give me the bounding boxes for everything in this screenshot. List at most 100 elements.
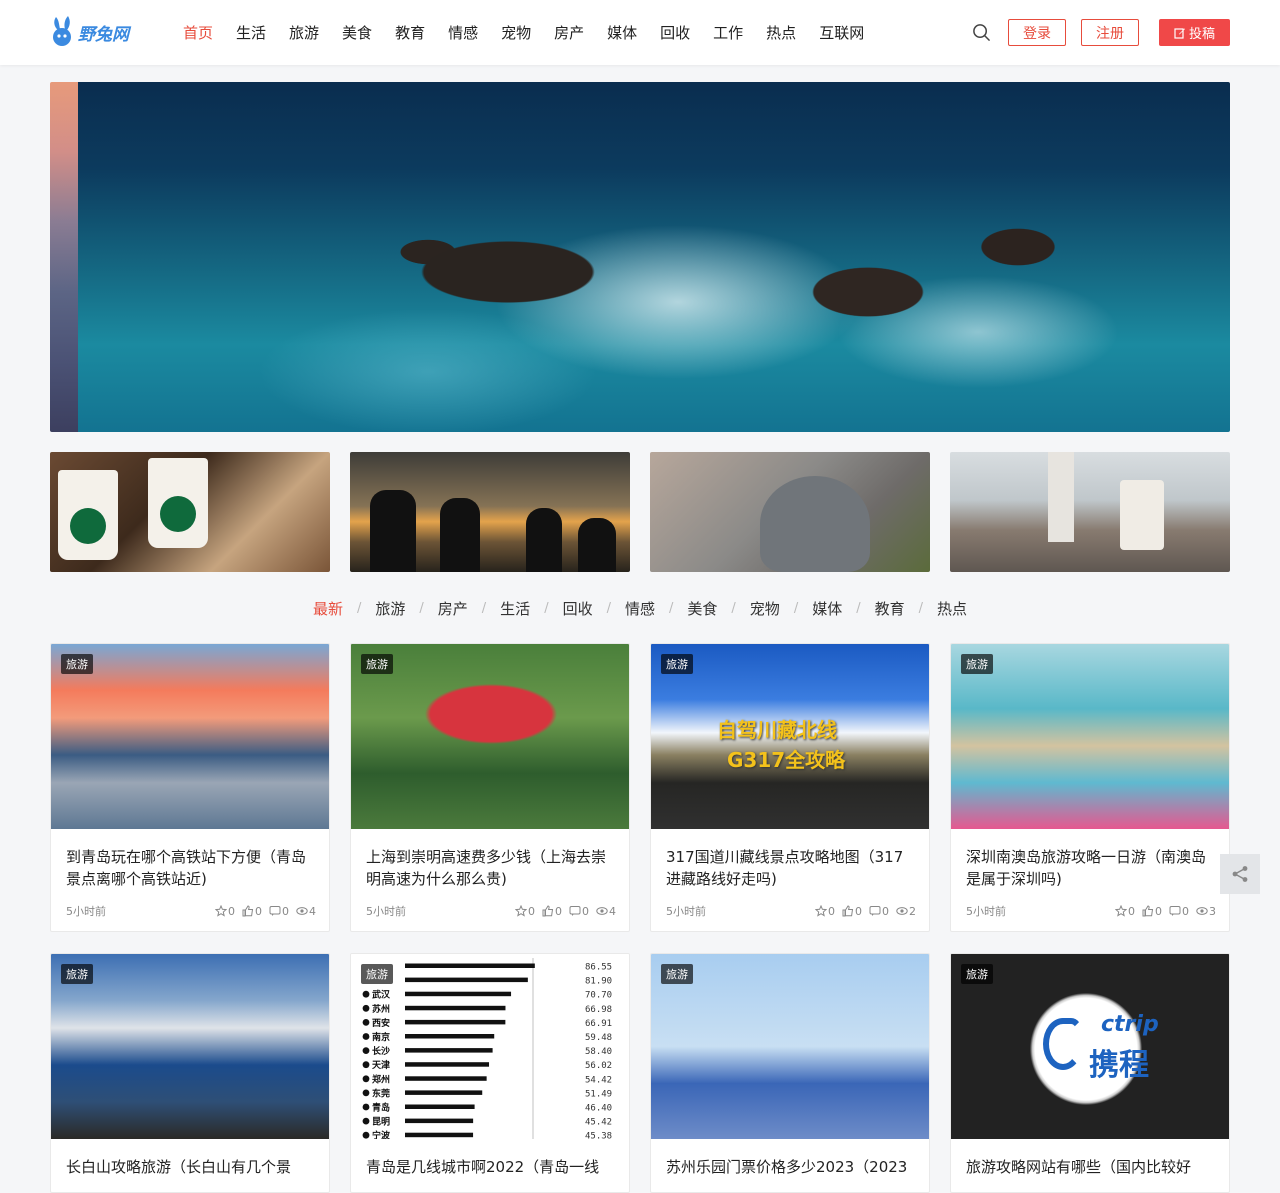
article-card[interactable]: 自驾川藏北线 G317全攻略 旅游 317国道川藏线景点攻略地图（317进藏路线好走吗… — [650, 643, 930, 932]
comments-value: 0 — [882, 904, 889, 918]
article-card[interactable]: 旅游 深圳南澳岛旅游攻略一日游（南澳岛是属于深圳吗) 5小时前 0 0 0 3 — [950, 643, 1230, 932]
featured-image-coffee[interactable] — [50, 452, 330, 572]
article-title[interactable]: 苏州乐园门票价格多少2023（2023 — [666, 1156, 916, 1192]
nav-item-6[interactable]: 宠物 — [501, 22, 531, 43]
category-badge[interactable]: 旅游 — [361, 964, 393, 984]
likes-count[interactable]: 0 — [1142, 905, 1162, 918]
category-tab-6[interactable]: 美食 — [687, 598, 717, 619]
chart-data-label: 66.98 — [585, 1005, 612, 1015]
chart-bar — [405, 991, 512, 997]
favorites-count[interactable]: 0 — [515, 905, 535, 918]
featured-image-lighthouse[interactable] — [950, 452, 1230, 572]
category-badge[interactable]: 旅游 — [961, 654, 993, 674]
hero-slider[interactable] — [50, 82, 1230, 432]
hero-image-ocean-rocks[interactable] — [78, 82, 1230, 432]
comments-count[interactable]: 0 — [869, 905, 889, 918]
likes-count[interactable]: 0 — [242, 905, 262, 918]
chart-data-label: 46.40 — [585, 1104, 612, 1114]
article-title[interactable]: 到青岛玩在哪个高铁站下方便（青岛景点离哪个高铁站近) — [66, 846, 316, 890]
nav-item-7[interactable]: 房产 — [554, 22, 584, 43]
view-icon — [296, 907, 308, 915]
post-button[interactable]: 投稿 — [1159, 19, 1230, 46]
site-logo[interactable]: 野兔网 — [50, 14, 129, 50]
tab-separator: / — [731, 600, 736, 616]
ctrip-logo-text: ctrip — [1101, 1012, 1159, 1037]
category-badge[interactable]: 旅游 — [661, 964, 693, 984]
site-name: 野兔网 — [78, 24, 129, 45]
nav-item-4[interactable]: 教育 — [395, 22, 425, 43]
category-tab-7[interactable]: 宠物 — [750, 598, 780, 619]
category-badge[interactable]: 旅游 — [661, 654, 693, 674]
article-title[interactable]: 旅游攻略网站有哪些（国内比较好 — [966, 1156, 1216, 1192]
comments-count[interactable]: 0 — [269, 905, 289, 918]
likes-count[interactable]: 0 — [542, 905, 562, 918]
category-badge[interactable]: 旅游 — [361, 654, 393, 674]
likes-count[interactable]: 0 — [842, 905, 862, 918]
category-tab-2[interactable]: 房产 — [438, 598, 468, 619]
nav-item-12[interactable]: 互联网 — [819, 22, 864, 43]
hero-prev-slide[interactable] — [50, 82, 78, 432]
comments-value: 0 — [282, 904, 289, 918]
article-meta: 5小时前 0 0 0 4 — [66, 903, 316, 919]
chart-bar — [405, 1005, 506, 1011]
favorites-value: 0 — [528, 904, 535, 918]
article-title[interactable]: 深圳南澳岛旅游攻略一日游（南澳岛是属于深圳吗) — [966, 846, 1216, 890]
nav-item-1[interactable]: 生活 — [236, 22, 266, 43]
search-icon[interactable] — [972, 23, 991, 42]
category-tab-8[interactable]: 媒体 — [812, 598, 842, 619]
article-card[interactable]: 旅游到青岛玩在哪个高铁站下方便（青岛景点离哪个高铁站近) 5小时前 0 0 0 4 — [50, 643, 330, 932]
share-icon — [1232, 866, 1248, 882]
category-tab-3[interactable]: 生活 — [500, 598, 530, 619]
login-button[interactable]: 登录 — [1008, 19, 1066, 46]
comments-count[interactable]: 0 — [1169, 905, 1189, 918]
chart-bar — [405, 1132, 474, 1138]
like-icon — [542, 905, 554, 917]
article-title[interactable]: 317国道川藏线景点攻略地图（317进藏路线好走吗) — [666, 846, 916, 890]
category-badge[interactable]: 旅游 — [61, 964, 93, 984]
article-stats: 0 0 0 4 — [515, 905, 616, 918]
featured-image-sunset-friends[interactable] — [350, 452, 630, 572]
nav-item-0[interactable]: 首页 — [183, 22, 213, 43]
likes-value: 0 — [1155, 904, 1162, 918]
article-card[interactable]: 86.55 81.90 武汉 70.70 苏州 66.98 西安 66.91 南京 59.48 长沙… — [350, 953, 630, 1193]
views-count: 2 — [896, 905, 916, 918]
nav-item-2[interactable]: 旅游 — [289, 22, 319, 43]
category-tab-10[interactable]: 热点 — [937, 598, 967, 619]
likes-value: 0 — [555, 904, 562, 918]
article-title[interactable]: 青岛是几线城市啊2022（青岛一线 — [366, 1156, 616, 1192]
favorites-count[interactable]: 0 — [1115, 905, 1135, 918]
comments-count[interactable]: 0 — [569, 905, 589, 918]
chart-bar — [405, 1048, 493, 1053]
nav-item-3[interactable]: 美食 — [342, 22, 372, 43]
nav-item-11[interactable]: 热点 — [766, 22, 796, 43]
category-tab-4[interactable]: 回收 — [563, 598, 593, 619]
article-title[interactable]: 上海到崇明高速费多少钱（上海去崇明高速为什么那么贵) — [366, 846, 616, 890]
comments-value: 0 — [1182, 904, 1189, 918]
share-button[interactable] — [1220, 854, 1260, 894]
article-card[interactable]: 旅游长白山攻略旅游（长白山有几个景 — [50, 953, 330, 1193]
category-tab-9[interactable]: 教育 — [875, 598, 905, 619]
favorites-count[interactable]: 0 — [815, 905, 835, 918]
article-title[interactable]: 长白山攻略旅游（长白山有几个景 — [66, 1156, 316, 1192]
chart-tick-label: 东莞 — [372, 1087, 390, 1099]
category-badge[interactable]: 旅游 — [61, 654, 93, 674]
nav-item-8[interactable]: 媒体 — [607, 22, 637, 43]
nav-item-9[interactable]: 回收 — [660, 22, 690, 43]
register-button[interactable]: 注册 — [1081, 19, 1139, 46]
category-badge[interactable]: 旅游 — [961, 964, 993, 984]
featured-image-cat[interactable] — [650, 452, 930, 572]
article-card[interactable]: 旅游苏州乐园门票价格多少2023（2023 — [650, 953, 930, 1193]
article-card[interactable]: ctrip 携程 旅游 旅游攻略网站有哪些（国内比较好 — [950, 953, 1230, 1193]
nav-item-10[interactable]: 工作 — [713, 22, 743, 43]
favorites-count[interactable]: 0 — [215, 905, 235, 918]
nav-item-5[interactable]: 情感 — [448, 22, 478, 43]
category-tab-0[interactable]: 最新 — [313, 598, 343, 619]
chart-bar — [405, 1118, 474, 1124]
article-time: 5小时前 — [366, 905, 406, 918]
chart-tick-label: 青岛 — [372, 1102, 390, 1114]
category-tab-1[interactable]: 旅游 — [375, 598, 405, 619]
category-tab-5[interactable]: 情感 — [625, 598, 655, 619]
views-count: 3 — [1196, 905, 1216, 918]
chart-data-label: 45.42 — [585, 1118, 612, 1128]
article-card[interactable]: 旅游上海到崇明高速费多少钱（上海去崇明高速为什么那么贵) 5小时前 0 0 0 4 — [350, 643, 630, 932]
